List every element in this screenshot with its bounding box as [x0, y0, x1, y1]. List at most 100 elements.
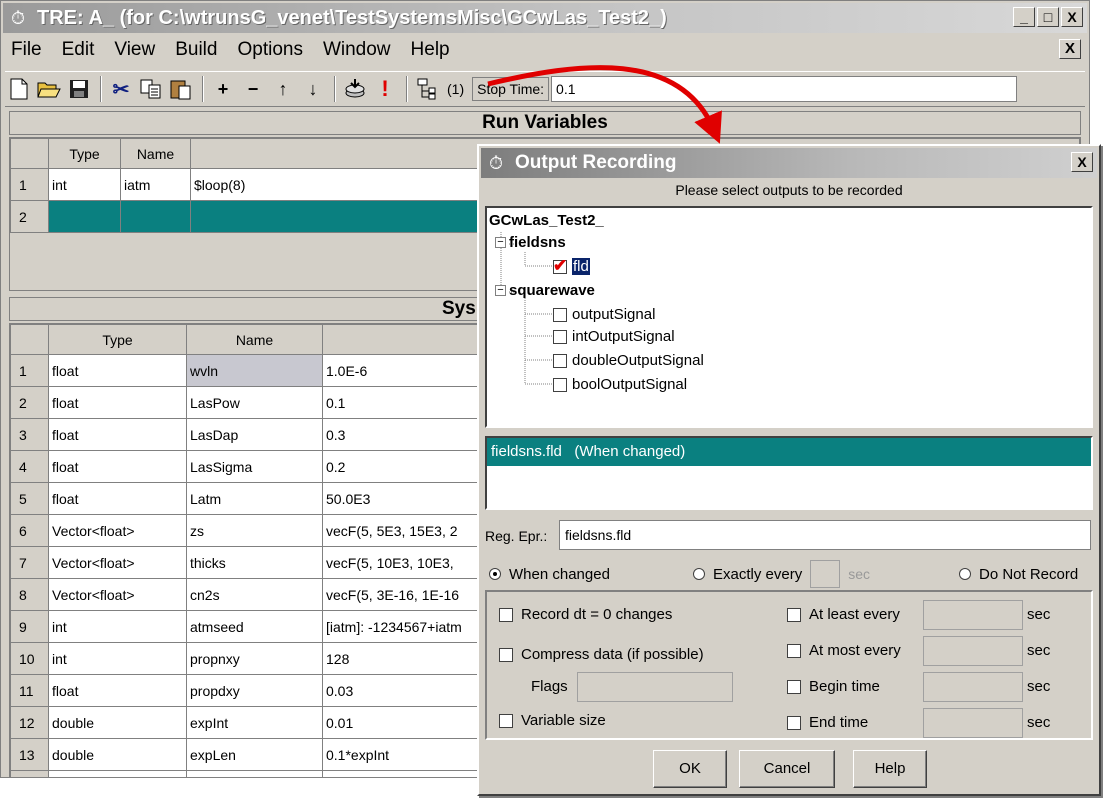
cell-type[interactable]	[48, 200, 121, 233]
remove-row-button[interactable]: −	[239, 75, 267, 103]
cell-name[interactable]: atmseed	[186, 610, 323, 643]
cell-type[interactable]: float	[48, 386, 187, 419]
cell-name[interactable]: Latm	[186, 482, 323, 515]
move-down-button[interactable]: ↓	[299, 75, 327, 103]
cell-name[interactable]: thicks	[186, 546, 323, 579]
cell-name[interactable]: propdxy	[186, 674, 323, 707]
maximize-button[interactable]: □	[1037, 7, 1059, 27]
copy-button[interactable]	[137, 75, 165, 103]
output-checkbox[interactable]	[553, 307, 567, 322]
close-button[interactable]: X	[1061, 7, 1083, 27]
end-time-field[interactable]	[923, 708, 1023, 738]
output-checkbox-checked[interactable]	[553, 256, 567, 276]
cell-name[interactable]: cn2s	[186, 578, 323, 611]
tree-leaf-doubleoutputsignal[interactable]: doubleOutputSignal	[553, 352, 704, 369]
radio-button-selected[interactable]	[489, 568, 501, 580]
radio-exactly-every[interactable]: Exactly every sec	[693, 560, 870, 588]
output-recording-button[interactable]	[413, 75, 441, 103]
cell-type[interactable]: int	[48, 642, 187, 675]
menu-window[interactable]: Window	[323, 39, 391, 61]
stop-time-input[interactable]	[551, 76, 1018, 102]
paste-button[interactable]	[167, 75, 195, 103]
cancel-button[interactable]: Cancel	[739, 750, 835, 788]
collapse-toggle[interactable]: −	[495, 237, 506, 248]
save-button[interactable]	[65, 75, 93, 103]
checkbox[interactable]	[787, 643, 801, 658]
cell-name[interactable]: LasDap	[186, 418, 323, 451]
output-checkbox[interactable]	[553, 377, 567, 392]
record-dt-option[interactable]: Record dt = 0 changes	[499, 606, 672, 623]
tree-node-fieldsns[interactable]: − fieldsns	[495, 234, 566, 251]
column-header-type[interactable]: Type	[48, 138, 121, 169]
menu-file[interactable]: File	[11, 39, 42, 61]
tree-node-squarewave[interactable]: − squarewave	[495, 282, 595, 299]
cell-name[interactable]	[120, 200, 191, 233]
compress-data-option[interactable]: Compress data (if possible)	[499, 646, 704, 663]
document-close-button[interactable]: X	[1059, 39, 1081, 59]
cell-type[interactable]: double	[48, 738, 187, 771]
column-header-type[interactable]: Type	[48, 324, 187, 355]
at-least-every-field[interactable]	[923, 600, 1023, 630]
cell-type[interactable]: Vector<float>	[48, 514, 187, 547]
flags-field[interactable]	[577, 672, 733, 702]
at-least-every-option[interactable]: At least every	[787, 606, 900, 623]
output-checkbox[interactable]	[553, 353, 567, 368]
begin-time-field[interactable]	[923, 672, 1023, 702]
exactly-every-field[interactable]	[810, 560, 841, 588]
list-item[interactable]: fieldsns.fld (When changed)	[487, 438, 1091, 466]
checkbox[interactable]	[499, 647, 513, 662]
checkbox[interactable]	[787, 679, 801, 694]
menu-view[interactable]: View	[114, 39, 155, 61]
menu-options[interactable]: Options	[237, 39, 302, 61]
tree-leaf-fld[interactable]: fld	[553, 256, 590, 276]
cell-type[interactable]: int	[48, 610, 187, 643]
tree-leaf-booloutputsignal[interactable]: boolOutputSignal	[553, 376, 687, 393]
cell-name[interactable]: propnxy	[186, 642, 323, 675]
cell-name[interactable]: expLen	[186, 738, 323, 771]
open-folder-button[interactable]	[35, 75, 63, 103]
add-row-button[interactable]: +	[209, 75, 237, 103]
help-button[interactable]: Help	[853, 750, 927, 788]
cell-name[interactable]: iatm	[120, 168, 191, 201]
cell-name[interactable]: expInt	[186, 706, 323, 739]
cell-type[interactable]: float	[48, 674, 187, 707]
cell-type[interactable]: float	[48, 354, 187, 387]
begin-time-option[interactable]: Begin time	[787, 678, 880, 695]
radio-button[interactable]	[693, 568, 705, 580]
tree-root[interactable]: GCwLas_Test2_	[489, 212, 604, 229]
cell-name[interactable]: LasSigma	[186, 450, 323, 483]
checkbox[interactable]	[787, 715, 801, 730]
new-file-button[interactable]	[5, 75, 33, 103]
menu-edit[interactable]: Edit	[62, 39, 95, 61]
end-time-option[interactable]: End time	[787, 714, 868, 731]
variable-size-option[interactable]: Variable size	[499, 712, 606, 729]
cell-name[interactable]: zs	[186, 514, 323, 547]
tree-leaf-intoutputsignal[interactable]: intOutputSignal	[553, 328, 675, 345]
cell-name[interactable]: wvln	[186, 354, 323, 387]
cell-name[interactable]: LasPow	[186, 386, 323, 419]
output-checkbox[interactable]	[553, 329, 567, 344]
cell-type[interactable]: Vector<float>	[48, 578, 187, 611]
main-titlebar[interactable]: ⏱ TRE: A_ (for C:\wtrunsG_venet\TestSyst…	[3, 3, 1087, 33]
tree-leaf-outputsignal[interactable]: outputSignal	[553, 306, 655, 323]
dialog-titlebar[interactable]: ⏱ Output Recording X	[481, 148, 1097, 178]
at-most-every-field[interactable]	[923, 636, 1023, 666]
cell-type[interactable]: double	[48, 706, 187, 739]
radio-do-not-record[interactable]: Do Not Record	[959, 560, 1078, 588]
build-button[interactable]	[341, 75, 369, 103]
minimize-button[interactable]: _	[1013, 7, 1035, 27]
cell-type[interactable]: float	[48, 450, 187, 483]
at-most-every-option[interactable]: At most every	[787, 642, 901, 659]
cell-type[interactable]: float	[48, 482, 187, 515]
column-header-name[interactable]: Name	[186, 324, 323, 355]
cell-type[interactable]: int	[48, 168, 121, 201]
cell-type[interactable]: float	[48, 418, 187, 451]
move-up-button[interactable]: ↑	[269, 75, 297, 103]
radio-when-changed[interactable]: When changed	[489, 560, 610, 588]
reg-expr-input[interactable]	[559, 520, 1091, 550]
menu-build[interactable]: Build	[175, 39, 217, 61]
checkbox[interactable]	[499, 713, 513, 728]
cell-type[interactable]: Vector<float>	[48, 546, 187, 579]
menu-help[interactable]: Help	[411, 39, 450, 61]
collapse-toggle[interactable]: −	[495, 285, 506, 296]
